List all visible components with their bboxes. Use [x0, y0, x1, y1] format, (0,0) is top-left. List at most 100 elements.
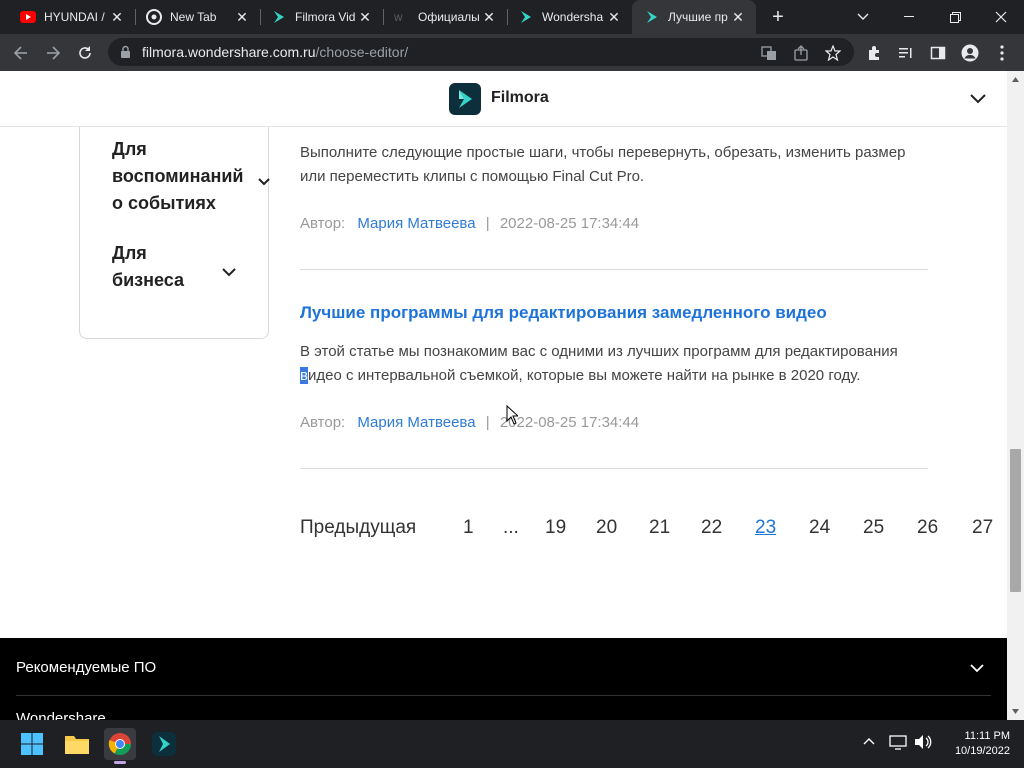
clock-date: 10/19/2022	[954, 745, 1010, 757]
excerpt-text: идео с интервальной съемкой, которые вы …	[307, 367, 861, 384]
url-path: /choose-editor/	[315, 44, 409, 60]
brand-name[interactable]: Filmora	[491, 89, 549, 107]
extensions-icon[interactable]	[864, 43, 884, 63]
chrome-taskbar-icon[interactable]	[104, 728, 136, 764]
profile-avatar-icon[interactable]	[960, 43, 980, 63]
footer-section-title[interactable]: Рекомендуемые ПО	[16, 659, 156, 676]
ws-icon: W	[394, 9, 410, 25]
filmora-logo[interactable]	[449, 83, 481, 115]
chrome-icon	[146, 9, 162, 25]
reload-button[interactable]	[72, 40, 98, 66]
author-link[interactable]: Мария Матвеева	[357, 414, 475, 431]
scroll-up-arrow-icon[interactable]	[1011, 75, 1020, 84]
page-link[interactable]: 25	[863, 517, 884, 539]
start-button[interactable]	[16, 728, 48, 760]
chrome-menu-icon[interactable]	[992, 43, 1012, 63]
tab-title: HYUNDAI /	[44, 10, 105, 24]
close-tab-icon[interactable]: ✕	[234, 9, 250, 25]
page-link[interactable]: 19	[545, 517, 566, 539]
page-link[interactable]: 24	[809, 517, 830, 539]
side-panel-icon[interactable]	[928, 43, 948, 63]
close-tab-icon[interactable]: ✕	[730, 9, 746, 25]
share-icon[interactable]	[792, 44, 810, 62]
page-link-current[interactable]: 23	[755, 517, 776, 539]
selected-text: в	[300, 367, 308, 384]
forward-button[interactable]	[40, 40, 66, 66]
filmora-icon	[644, 9, 660, 25]
sidebar-item-label: о событиях	[112, 193, 216, 213]
chevron-down-icon[interactable]	[222, 264, 236, 282]
article-title-link[interactable]: Лучшие программы для редактирования заме…	[300, 303, 827, 323]
close-tab-icon[interactable]: ✕	[481, 9, 497, 25]
browser-tab-strip: HYUNDAI / ✕ New Tab ✕ Filmora Vid ✕ W Оф…	[0, 0, 1024, 34]
page-link[interactable]: 21	[649, 517, 670, 539]
scroll-down-arrow-icon[interactable]	[1011, 707, 1020, 716]
article-excerpt-line: В этой статье мы познакомим вас с одними…	[300, 343, 898, 360]
new-tab-button[interactable]: +	[766, 5, 790, 29]
filmora-icon	[271, 9, 287, 25]
tab-wondershare[interactable]: Wondersha ✕	[508, 0, 632, 34]
article-date: 2022-08-25 17:34:44	[499, 215, 640, 232]
tab-search-icon[interactable]	[840, 0, 886, 34]
page-ellipsis: ...	[503, 517, 519, 538]
minimize-button[interactable]	[886, 0, 932, 34]
back-button[interactable]	[8, 40, 34, 66]
article-date: 2022-08-25 17:34:44	[499, 414, 640, 431]
show-hidden-icons-icon[interactable]	[862, 734, 876, 753]
filmora-taskbar-icon[interactable]	[148, 728, 180, 760]
page-link[interactable]: 27	[972, 517, 993, 539]
browser-toolbar: filmora.wondershare.com.ru/choose-editor…	[0, 34, 1024, 71]
bookmark-star-icon[interactable]	[824, 44, 842, 62]
file-explorer-icon[interactable]	[61, 728, 93, 760]
page-scrollbar[interactable]	[1007, 71, 1024, 720]
url-text: filmora.wondershare.com.ru/choose-editor…	[142, 44, 408, 60]
close-window-button[interactable]	[978, 0, 1024, 34]
lock-icon[interactable]	[120, 45, 131, 64]
meta-separator: |	[485, 414, 490, 431]
sidebar-item-memories[interactable]: Для воспоминаний о событиях	[112, 136, 244, 217]
article-excerpt: Выполните следующие простые шаги, чтобы …	[300, 141, 940, 189]
tab-hyundai[interactable]: HYUNDAI / ✕	[0, 0, 135, 34]
chevron-down-icon[interactable]	[970, 91, 986, 109]
footer-section-title[interactable]: Wondershare	[16, 710, 106, 720]
article-meta: Автор: Мария Матвеева | 2022-08-25 17:34…	[300, 215, 639, 232]
tab-title: Wondersha	[542, 10, 604, 24]
chevron-down-icon[interactable]	[970, 660, 984, 678]
tab-official[interactable]: W Официалы ✕	[384, 0, 507, 34]
close-tab-icon[interactable]: ✕	[357, 9, 373, 25]
sidebar-item-label: Для	[112, 243, 147, 263]
article-meta: Автор: Мария Матвеева | 2022-08-25 17:34…	[300, 414, 639, 431]
url-host: filmora.wondershare.com.ru	[142, 44, 316, 60]
page-link[interactable]: 26	[917, 517, 938, 539]
chevron-down-icon[interactable]	[258, 173, 270, 191]
filmora-icon	[518, 9, 534, 25]
article-excerpt-line: Выполните следующие простые шаги, чтобы …	[300, 144, 906, 161]
tab-filmora-video[interactable]: Filmora Vid ✕	[261, 0, 383, 34]
close-tab-icon[interactable]: ✕	[109, 9, 125, 25]
article-excerpt-line: видео с интервальной съемкой, которые вы…	[300, 364, 940, 388]
network-icon[interactable]	[889, 734, 907, 755]
media-control-icon[interactable]	[896, 43, 916, 63]
site-header: Filmora	[0, 71, 1007, 127]
tab-new-tab[interactable]: New Tab ✕	[136, 0, 260, 34]
sidebar-item-business[interactable]: Для бизнеса	[112, 240, 184, 294]
clock-time: 11:11 PM	[964, 730, 1010, 742]
author-link[interactable]: Мария Матвеева	[357, 215, 475, 232]
close-tab-icon[interactable]: ✕	[606, 9, 622, 25]
sidebar-item-label: воспоминаний	[112, 166, 244, 186]
address-bar[interactable]: filmora.wondershare.com.ru/choose-editor…	[108, 38, 854, 66]
volume-icon[interactable]	[914, 734, 932, 755]
divider	[300, 269, 928, 270]
previous-page-link[interactable]: Предыдущая	[300, 517, 416, 539]
page-link[interactable]: 22	[701, 517, 722, 539]
page-link[interactable]: 1	[463, 517, 474, 539]
tab-best-programs[interactable]: Лучшие пр ✕	[632, 0, 756, 34]
author-label: Автор:	[300, 414, 346, 431]
page-link[interactable]: 20	[596, 517, 617, 539]
youtube-icon	[20, 9, 36, 25]
taskbar-clock[interactable]: 11:11 PM 10/19/2022	[940, 729, 1010, 759]
svg-text:W: W	[394, 13, 403, 22]
restore-button[interactable]	[932, 0, 978, 34]
translate-icon[interactable]	[760, 44, 778, 62]
scrollbar-thumb[interactable]	[1010, 449, 1021, 592]
